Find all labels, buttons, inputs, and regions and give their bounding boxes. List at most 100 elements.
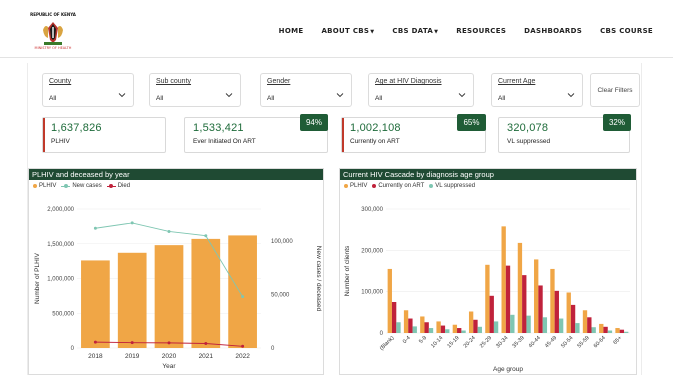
chart-legend: PLHIV Currently on ART VL suppressed <box>344 183 480 189</box>
legend-item-new-cases[interactable]: New cases <box>61 183 102 189</box>
bar-plhiv <box>615 328 620 333</box>
x-tick-label: 25-29 <box>479 335 493 349</box>
y-tick-label: 1,000,000 <box>47 277 74 283</box>
bar-currently-on-art <box>554 290 559 333</box>
kpi-card-initiated-art: 1,533,421 Ever Initiated On ART 94% <box>184 114 328 153</box>
y-axis-label: Number of clients <box>344 245 351 296</box>
bar-plhiv <box>517 242 523 333</box>
filter-label: County <box>49 78 72 85</box>
legend-swatch <box>33 184 37 188</box>
y2-tick-label: 100,000 <box>271 239 293 245</box>
cascade-age-chart-svg: 0 100,000 200,000 300,000 (Blank) 0-4 5-9 10-14… <box>344 207 630 373</box>
nav-dashboards[interactable]: DASHBOARDS <box>524 27 582 35</box>
bar-currently-on-art <box>408 318 413 333</box>
chart-title: Current HIV Cascade by diagnosis age gro… <box>340 169 636 180</box>
x-tick-label: 50-54 <box>560 335 574 349</box>
legend-label: VL suppressed <box>435 183 476 189</box>
x-axis-label: Year <box>162 363 176 370</box>
kpi-percent-badge: 94% <box>300 114 328 131</box>
legend-item-vl-suppressed[interactable]: VL suppressed <box>429 183 475 189</box>
bar-plhiv <box>550 268 555 333</box>
nav-cbs-data[interactable]: CBS DATA▼ <box>392 27 438 35</box>
caret-down-icon: ▼ <box>434 29 439 35</box>
nav-resources[interactable]: RESOURCES <box>456 27 506 35</box>
bar-vl-suppressed <box>412 326 417 333</box>
chevron-down-icon <box>567 93 575 98</box>
bar-plhiv <box>228 235 257 348</box>
bar-currently-on-art <box>522 275 527 333</box>
ministry-logo[interactable]: REPUBLIC OF KENYA MINISTRY OF HEALTH <box>30 12 76 52</box>
bar-currently-on-art <box>619 329 625 333</box>
x-axis-label: Age group <box>493 366 523 373</box>
filter-county[interactable]: County All <box>42 73 134 107</box>
nav-cbs-course[interactable]: CBS COURSE <box>600 27 653 35</box>
nav-about-cbs[interactable]: ABOUT CBS▼ <box>321 27 374 35</box>
legend-swatch <box>429 184 434 188</box>
chart-cascade-by-age: Current HIV Cascade by diagnosis age gro… <box>339 168 637 375</box>
x-tick-label: 2021 <box>199 353 214 360</box>
kpi-accent-bar <box>342 118 344 152</box>
filter-current-age[interactable]: Current Age All <box>491 73 583 107</box>
bar-plhiv <box>582 310 588 333</box>
y-tick-label: 1,500,000 <box>47 242 74 248</box>
filter-gender[interactable]: Gender All <box>260 73 352 107</box>
legend-item-currently-on-art[interactable]: Currently on ART <box>372 183 424 189</box>
y2-axis-label: New cases / deceased <box>315 246 322 312</box>
legend-item-plhiv[interactable]: PLHIV <box>344 183 367 189</box>
bar-currently-on-art <box>424 322 429 333</box>
filter-value: All <box>375 95 383 102</box>
dashboard-panel: County All Sub county All Gender All Age… <box>27 63 642 375</box>
x-tick-label: 2020 <box>162 353 177 360</box>
kpi-label: Ever Initiated On ART <box>193 138 256 145</box>
point-new-cases <box>93 226 97 230</box>
legend-item-died[interactable]: Died <box>106 183 130 189</box>
coat-of-arms-icon <box>43 22 63 45</box>
x-tick-label: 2019 <box>125 353 140 360</box>
filter-age-at-diagnosis[interactable]: Age at HIV Diagnosis All <box>368 73 474 107</box>
kpi-card-vl-suppressed: 320,078 VL suppressed 32% <box>498 114 631 153</box>
bar-currently-on-art <box>457 328 462 333</box>
kpi-value: 1,002,108 <box>350 122 401 134</box>
x-tick-label: 65+ <box>612 335 623 346</box>
filter-sub-county[interactable]: Sub county All <box>149 73 241 107</box>
bar-plhiv <box>501 226 506 333</box>
legend-label: PLHIV <box>39 183 57 189</box>
bar-vl-suppressed <box>542 317 548 333</box>
filter-value: All <box>267 95 275 102</box>
bar-vl-suppressed <box>526 315 531 333</box>
x-tick-label: 5-9 <box>418 335 428 345</box>
kpi-label: VL suppressed <box>507 138 551 145</box>
main-nav: HOME ABOUT CBS▼ CBS DATA▼ RESOURCES DASH… <box>261 27 653 35</box>
x-tick-label: 20-24 <box>463 335 477 349</box>
bar-plhiv <box>566 292 571 333</box>
bar-plhiv <box>81 260 110 348</box>
bar-currently-on-art <box>538 285 543 333</box>
nav-home[interactable]: HOME <box>279 27 304 35</box>
top-navigation-bar: REPUBLIC OF KENYA MINISTRY OF HEALTH HOM… <box>0 0 673 58</box>
chevron-down-icon <box>118 93 126 98</box>
filter-value: All <box>498 95 506 102</box>
bar-currently-on-art <box>603 326 608 333</box>
chevron-down-icon <box>336 93 344 98</box>
bar-vl-suppressed <box>575 323 580 333</box>
bar-vl-suppressed <box>445 329 450 333</box>
bar-plhiv <box>420 316 425 333</box>
filter-label: Gender <box>267 78 291 85</box>
filter-label: Sub county <box>156 78 192 85</box>
bar-currently-on-art <box>391 302 397 333</box>
kpi-accent-bar <box>43 118 45 152</box>
y-tick-label: 200,000 <box>361 248 383 254</box>
bar-plhiv <box>154 245 184 348</box>
bar-currently-on-art <box>570 304 576 333</box>
kpi-card-currently-on-art: 1,002,108 Currently on ART 65% <box>341 114 486 153</box>
kpi-value: 1,637,826 <box>51 122 102 134</box>
legend-item-plhiv[interactable]: PLHIV <box>33 183 56 189</box>
bar-plhiv <box>403 310 409 333</box>
clear-filters-button[interactable]: Clear Filters <box>590 73 640 107</box>
bar-currently-on-art <box>587 317 592 333</box>
kpi-value: 320,078 <box>507 122 549 134</box>
bar-vl-suppressed <box>607 330 613 333</box>
x-tick-label: 30-34 <box>495 335 509 349</box>
x-tick-label: 45-49 <box>544 335 558 349</box>
x-tick-label: 35-39 <box>511 335 525 349</box>
